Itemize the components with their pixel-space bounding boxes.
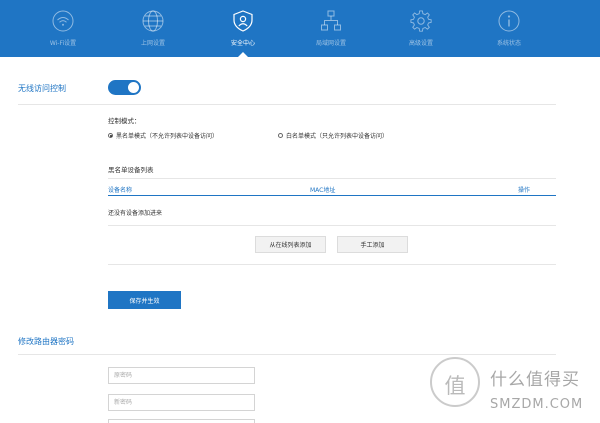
save-and-apply-button[interactable]: 保存并生效 [108,291,181,309]
nav-label: 安全中心 [230,40,255,47]
old-password-input[interactable] [108,367,255,384]
add-from-online-list-button[interactable]: 从在线列表添加 [255,236,326,253]
nav-system-status[interactable]: 系统状态 [464,0,554,57]
add-manually-button[interactable]: 手工添加 [337,236,408,253]
wireless-access-control-title: 无线访问控制 [18,84,66,93]
empty-list-message: 还没有设备添加进来 [108,210,163,217]
wifi-icon [52,10,74,32]
control-mode-label: 控制模式： [108,117,141,125]
change-router-password-title: 修改路由器密码 [18,337,74,346]
confirm-password-input-partial[interactable] [108,419,255,423]
network-icon [320,10,342,32]
top-navigation-bar: Wi-Fi设置 上网设置 安全中心 局域网设置 高级设置 系统状态 [0,0,600,57]
radio-label: 黑名单模式（不允许列表中设备访问） [116,133,219,140]
divider [18,104,556,105]
nav-label: 高级设置 [408,40,433,47]
new-password-input[interactable] [108,394,255,411]
divider [108,178,556,179]
nav-lan-settings[interactable]: 局域网设置 [286,0,376,57]
radio-dot [108,133,113,138]
gear-icon [410,10,432,32]
blacklist-title: 黑名单设备列表 [108,166,154,174]
watermark-logo: 值 [430,357,480,407]
nav-wifi-settings[interactable]: Wi-Fi设置 [18,0,108,57]
nav-label: Wi-Fi设置 [49,40,77,47]
column-action: 操作 [518,187,531,194]
column-device-name: 设备名称 [108,187,133,194]
radio-label: 白名单模式（只允许列表中设备访问） [286,133,389,140]
whitelist-mode-radio[interactable]: 白名单模式（只允许列表中设备访问） [278,131,388,140]
nav-security-center[interactable]: 安全中心 [198,0,288,57]
table-header-underline [108,195,556,196]
nav-internet-settings[interactable]: 上网设置 [108,0,198,57]
globe-icon [142,10,164,32]
shield-user-icon [232,10,254,32]
nav-advanced-settings[interactable]: 高级设置 [376,0,466,57]
divider [18,354,556,355]
nav-label: 上网设置 [140,40,165,47]
blacklist-mode-radio[interactable]: 黑名单模式（不允许列表中设备访问） [108,131,218,140]
watermark-domain: SMZDM.COM [490,397,584,412]
nav-label: 局域网设置 [315,40,346,47]
info-icon [498,10,520,32]
radio-dot [278,133,283,138]
toggle-knob [128,82,139,93]
divider [108,264,556,265]
watermark-logo-glyph: 值 [444,374,466,398]
watermark-title: 什么值得买 [490,370,580,390]
nav-label: 系统状态 [496,40,521,47]
column-mac-address: MAC地址 [310,187,336,194]
divider [108,225,556,226]
active-tab-indicator [238,52,248,57]
wireless-access-toggle[interactable] [108,80,141,95]
